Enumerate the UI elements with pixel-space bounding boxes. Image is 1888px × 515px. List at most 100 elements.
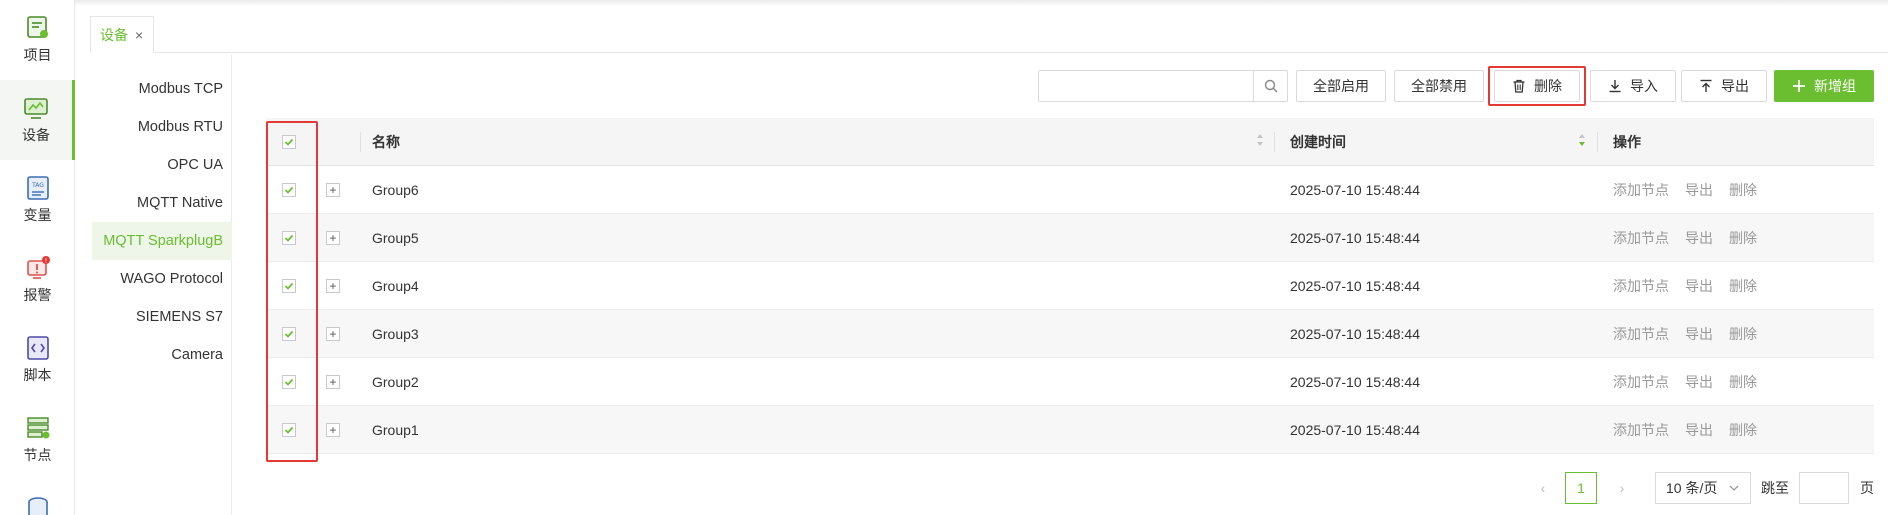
delete-label: 删除: [1534, 78, 1562, 94]
search-button[interactable]: [1253, 71, 1287, 101]
header-separator: [1274, 132, 1275, 152]
row-delete-link[interactable]: 删除: [1729, 180, 1757, 200]
page-size-select[interactable]: 10 条/页: [1655, 472, 1751, 504]
nav-label: 变量: [23, 207, 52, 223]
search-box: [1038, 70, 1288, 102]
add-node-link[interactable]: 添加节点: [1613, 228, 1669, 248]
disable-all-button[interactable]: 全部禁用: [1394, 70, 1484, 102]
table-row: + Group2 2025-07-10 15:48:44 添加节点 导出 删除: [266, 358, 1874, 406]
node-icon: [25, 415, 51, 441]
row-checkbox[interactable]: [282, 183, 296, 197]
table-row: + Group1 2025-07-10 15:48:44 添加节点 导出 删除: [266, 406, 1874, 454]
nav-item-database[interactable]: [0, 480, 75, 515]
row-checkbox[interactable]: [282, 375, 296, 389]
expand-row-button[interactable]: +: [326, 423, 340, 437]
row-export-link[interactable]: 导出: [1685, 228, 1713, 248]
trash-icon: [1513, 79, 1525, 93]
row-name: Group4: [372, 278, 419, 294]
row-checkbox[interactable]: [282, 423, 296, 437]
table-row: + Group6 2025-07-10 15:48:44 添加节点 导出 删除: [266, 166, 1874, 214]
protocol-item-active[interactable]: MQTT SparkplugB: [92, 222, 232, 260]
database-icon: [25, 496, 51, 515]
row-export-link[interactable]: 导出: [1685, 180, 1713, 200]
page-suffix-label: 页: [1860, 480, 1874, 496]
search-input[interactable]: [1039, 71, 1253, 101]
close-icon[interactable]: ×: [135, 27, 143, 43]
row-export-link[interactable]: 导出: [1685, 324, 1713, 344]
check-icon: [284, 186, 294, 194]
download-icon: [1609, 80, 1621, 93]
row-export-link[interactable]: 导出: [1685, 420, 1713, 440]
row-checkbox[interactable]: [282, 231, 296, 245]
protocol-item[interactable]: Modbus TCP: [92, 70, 232, 108]
protocol-item[interactable]: Modbus RTU: [92, 108, 232, 146]
add-group-button[interactable]: 新增组: [1774, 70, 1874, 102]
tab-bar: 设备 ×: [90, 16, 1888, 53]
plus-icon: [1793, 80, 1805, 92]
row-export-link[interactable]: 导出: [1685, 276, 1713, 296]
nav-label: 设备: [22, 127, 50, 143]
row-delete-link[interactable]: 删除: [1729, 324, 1757, 344]
check-icon: [284, 282, 294, 290]
nav-item-variable[interactable]: TAG 变量: [0, 160, 75, 240]
expand-row-button[interactable]: +: [326, 279, 340, 293]
add-node-link[interactable]: 添加节点: [1613, 276, 1669, 296]
project-icon: [25, 15, 51, 41]
device-icon: [23, 95, 49, 121]
protocol-item[interactable]: MQTT Native: [92, 184, 232, 222]
nav-item-node[interactable]: 节点: [0, 400, 75, 480]
add-node-link[interactable]: 添加节点: [1613, 420, 1669, 440]
prev-page-button[interactable]: ‹: [1531, 472, 1555, 504]
export-button[interactable]: 导出: [1681, 70, 1767, 102]
expand-row-button[interactable]: +: [326, 231, 340, 245]
sort-icon: [1257, 134, 1263, 146]
nav-item-alarm[interactable]: ! 报警: [0, 240, 75, 320]
delete-button[interactable]: 删除: [1494, 70, 1580, 102]
nav-item-project[interactable]: 项目: [0, 0, 75, 80]
row-delete-link[interactable]: 删除: [1729, 420, 1757, 440]
disable-all-label: 全部禁用: [1411, 78, 1467, 94]
protocol-item[interactable]: Camera: [92, 336, 232, 374]
nav-item-script[interactable]: 脚本: [0, 320, 75, 400]
tab-label: 设备: [100, 26, 128, 43]
jump-page-input[interactable]: [1799, 472, 1849, 504]
page-size-value: 10 条/页: [1666, 480, 1718, 496]
check-icon: [284, 378, 294, 386]
next-page-button[interactable]: ›: [1610, 472, 1634, 504]
expand-row-button[interactable]: +: [326, 183, 340, 197]
column-header-name[interactable]: 名称: [372, 118, 400, 166]
add-node-link[interactable]: 添加节点: [1613, 180, 1669, 200]
row-checkbox[interactable]: [282, 279, 296, 293]
tab-device[interactable]: 设备 ×: [90, 16, 154, 53]
nav-label: 节点: [23, 447, 52, 463]
column-header-created[interactable]: 创建时间: [1290, 118, 1346, 166]
sort-toggle-name[interactable]: [1256, 133, 1264, 147]
alarm-icon: !: [25, 255, 51, 281]
row-created: 2025-07-10 15:48:44: [1290, 230, 1420, 246]
protocol-item[interactable]: OPC UA: [92, 146, 232, 184]
row-delete-link[interactable]: 删除: [1729, 276, 1757, 296]
row-delete-link[interactable]: 删除: [1729, 372, 1757, 392]
select-all-checkbox[interactable]: [282, 135, 296, 149]
expand-row-button[interactable]: +: [326, 375, 340, 389]
sort-toggle-created[interactable]: [1578, 133, 1586, 147]
protocol-item[interactable]: WAGO Protocol: [92, 260, 232, 298]
protocol-list: Modbus TCP Modbus RTU OPC UA MQTT Native…: [92, 54, 232, 515]
nav-item-device[interactable]: 设备: [0, 80, 75, 160]
import-button[interactable]: 导入: [1590, 70, 1676, 102]
row-checkbox[interactable]: [282, 327, 296, 341]
expand-row-button[interactable]: +: [326, 327, 340, 341]
table-row: + Group5 2025-07-10 15:48:44 添加节点 导出 删除: [266, 214, 1874, 262]
header-separator: [1597, 132, 1598, 152]
row-created: 2025-07-10 15:48:44: [1290, 374, 1420, 390]
add-node-link[interactable]: 添加节点: [1613, 372, 1669, 392]
protocol-item[interactable]: SIEMENS S7: [92, 298, 232, 336]
chevron-down-icon: [1729, 485, 1739, 491]
row-export-link[interactable]: 导出: [1685, 372, 1713, 392]
add-node-link[interactable]: 添加节点: [1613, 324, 1669, 344]
enable-all-button[interactable]: 全部启用: [1296, 70, 1386, 102]
row-delete-link[interactable]: 删除: [1729, 228, 1757, 248]
page-number-current[interactable]: 1: [1565, 472, 1597, 504]
left-nav: 项目 设备 TAG 变量 ! 报警 脚本 节点: [0, 0, 75, 515]
jump-to-label: 跳至: [1761, 480, 1789, 496]
